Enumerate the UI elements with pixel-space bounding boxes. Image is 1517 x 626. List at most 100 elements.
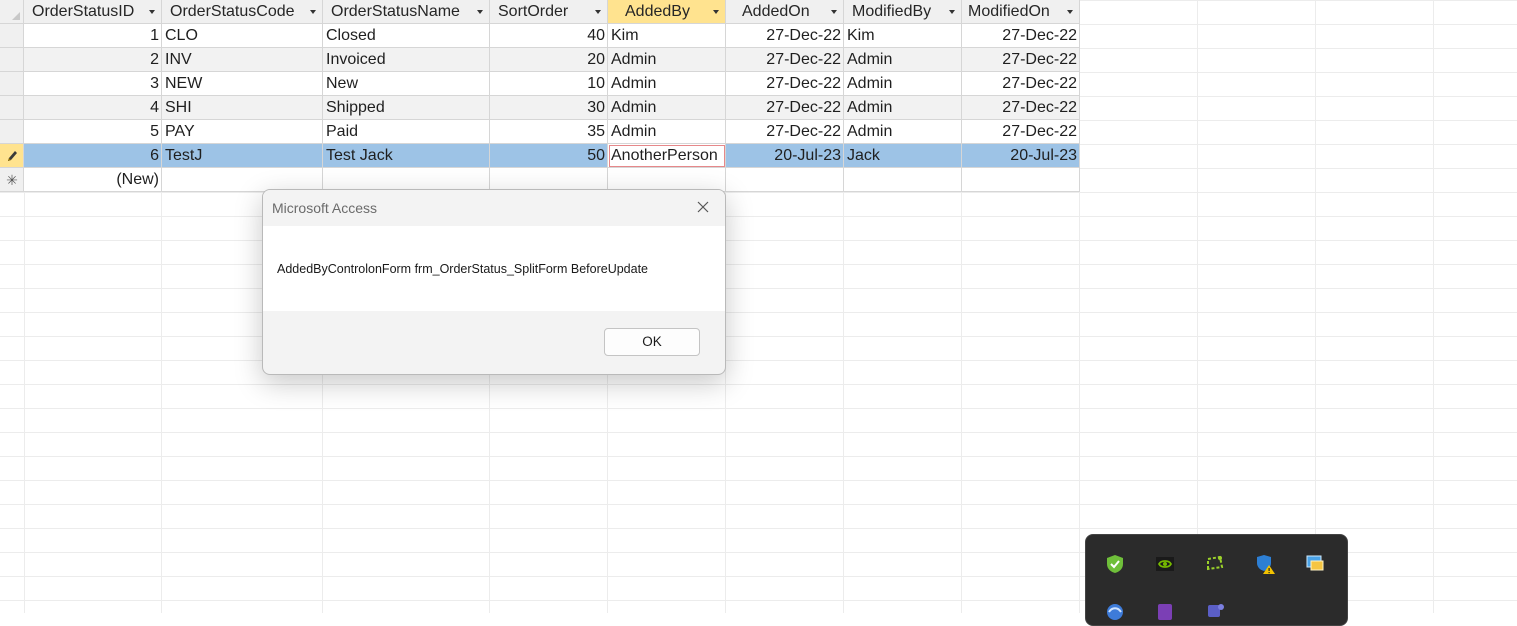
cell-addedby[interactable]: Admin bbox=[608, 96, 726, 120]
filter-dropdown-icon[interactable] bbox=[149, 10, 155, 14]
nvidia-icon[interactable] bbox=[1154, 553, 1176, 575]
cell-modifiedby[interactable]: Kim bbox=[844, 24, 962, 48]
record-selector[interactable] bbox=[0, 96, 24, 120]
remote-desktop-icon[interactable] bbox=[1304, 553, 1326, 575]
cell-addedby[interactable]: Admin bbox=[608, 72, 726, 96]
record-selector[interactable] bbox=[0, 120, 24, 144]
cell-sortorder[interactable]: 40 bbox=[490, 24, 608, 48]
cell-sortorder[interactable]: 20 bbox=[490, 48, 608, 72]
cell-sortorder[interactable]: 35 bbox=[490, 120, 608, 144]
column-header-orderstatusname[interactable]: OrderStatusName bbox=[323, 0, 490, 24]
filter-dropdown-icon[interactable] bbox=[949, 10, 955, 14]
cell-empty[interactable] bbox=[726, 168, 844, 192]
select-all-corner[interactable] bbox=[0, 0, 24, 24]
cell-modifiedby[interactable]: Admin bbox=[844, 120, 962, 144]
column-header-label: AddedBy bbox=[625, 3, 690, 20]
cell-orderstatusname[interactable]: Test Jack bbox=[323, 144, 490, 168]
column-header-label: ModifiedOn bbox=[968, 3, 1050, 20]
cell-modifiedby[interactable]: Admin bbox=[844, 96, 962, 120]
cell-sortorder[interactable]: 50 bbox=[490, 144, 608, 168]
filter-dropdown-icon[interactable] bbox=[310, 10, 316, 14]
table-row[interactable]: 1 CLO Closed 40 Kim 27-Dec-22 Kim 27-Dec… bbox=[0, 24, 1080, 48]
cell-orderstatuscode[interactable]: SHI bbox=[162, 96, 323, 120]
table-row[interactable]: 3 NEW New 10 Admin 27-Dec-22 Admin 27-De… bbox=[0, 72, 1080, 96]
column-header-modifiedby[interactable]: ModifiedBy bbox=[844, 0, 962, 24]
cell-addedon[interactable]: 20-Jul-23 bbox=[726, 144, 844, 168]
message-dialog: Microsoft Access AddedByControlonForm fr… bbox=[262, 189, 726, 375]
dialog-title-bar[interactable]: Microsoft Access bbox=[263, 190, 725, 226]
cell-modifiedon[interactable]: 27-Dec-22 bbox=[962, 72, 1080, 96]
cell-orderstatusid[interactable]: 1 bbox=[24, 24, 162, 48]
filter-dropdown-icon[interactable] bbox=[477, 10, 483, 14]
dialog-message: AddedByControlonForm frm_OrderStatus_Spl… bbox=[277, 262, 648, 276]
column-header-orderstatusid[interactable]: OrderStatusID bbox=[24, 0, 162, 24]
cell-orderstatusid[interactable]: 4 bbox=[24, 96, 162, 120]
cell-modifiedby[interactable]: Admin bbox=[844, 48, 962, 72]
cell-orderstatuscode[interactable]: CLO bbox=[162, 24, 323, 48]
cell-orderstatusid[interactable]: 6 bbox=[24, 144, 162, 168]
cell-modifiedon[interactable]: 27-Dec-22 bbox=[962, 96, 1080, 120]
close-icon bbox=[697, 201, 709, 213]
dialog-close-button[interactable] bbox=[689, 196, 717, 220]
browser-icon[interactable] bbox=[1104, 601, 1126, 623]
cell-orderstatusid[interactable]: 3 bbox=[24, 72, 162, 96]
security-check-icon[interactable] bbox=[1104, 553, 1126, 575]
filter-dropdown-icon[interactable] bbox=[831, 10, 837, 14]
cell-addedby[interactable]: Kim bbox=[608, 24, 726, 48]
table-row-selected[interactable]: 6 TestJ Test Jack 50 AnotherPerson 20-Ju… bbox=[0, 144, 1080, 168]
cell-modifiedon[interactable]: 27-Dec-22 bbox=[962, 48, 1080, 72]
cell-addedby[interactable]: Admin bbox=[608, 120, 726, 144]
cell-orderstatuscode[interactable]: NEW bbox=[162, 72, 323, 96]
record-selector[interactable] bbox=[0, 48, 24, 72]
cell-empty[interactable] bbox=[844, 168, 962, 192]
cell-sortorder[interactable]: 10 bbox=[490, 72, 608, 96]
cell-addedon[interactable]: 27-Dec-22 bbox=[726, 48, 844, 72]
cell-modifiedby[interactable]: Admin bbox=[844, 72, 962, 96]
cell-orderstatusname[interactable]: New bbox=[323, 72, 490, 96]
column-header-modifiedon[interactable]: ModifiedOn bbox=[962, 0, 1080, 24]
defender-warning-icon[interactable] bbox=[1254, 553, 1276, 575]
screen-capture-icon[interactable] bbox=[1204, 553, 1226, 575]
record-selector[interactable]: ✳ bbox=[0, 168, 24, 192]
cell-modifiedon[interactable]: 20-Jul-23 bbox=[962, 144, 1080, 168]
cell-orderstatusname[interactable]: Closed bbox=[323, 24, 490, 48]
cell-sortorder[interactable]: 30 bbox=[490, 96, 608, 120]
cell-modifiedon[interactable]: 27-Dec-22 bbox=[962, 24, 1080, 48]
filter-dropdown-icon[interactable] bbox=[1067, 10, 1073, 14]
cell-orderstatusname[interactable]: Shipped bbox=[323, 96, 490, 120]
cell-orderstatuscode[interactable]: PAY bbox=[162, 120, 323, 144]
cell-addedon[interactable]: 27-Dec-22 bbox=[726, 72, 844, 96]
tray-overflow-flyout bbox=[1085, 534, 1348, 626]
cell-addedon[interactable]: 27-Dec-22 bbox=[726, 96, 844, 120]
record-selector[interactable] bbox=[0, 24, 24, 48]
teams-icon[interactable] bbox=[1204, 601, 1226, 623]
column-header-sortorder[interactable]: SortOrder bbox=[490, 0, 608, 24]
record-selector[interactable] bbox=[0, 144, 24, 168]
table-row[interactable]: 2 INV Invoiced 20 Admin 27-Dec-22 Admin … bbox=[0, 48, 1080, 72]
column-header-orderstatuscode[interactable]: OrderStatusCode bbox=[162, 0, 323, 24]
column-header-addedby[interactable]: AddedBy bbox=[608, 0, 726, 24]
cell-addedby[interactable]: Admin bbox=[608, 48, 726, 72]
cell-orderstatusid[interactable]: 5 bbox=[24, 120, 162, 144]
cell-addedby-focused[interactable]: AnotherPerson bbox=[608, 144, 726, 168]
record-selector[interactable] bbox=[0, 72, 24, 96]
filter-dropdown-icon[interactable] bbox=[595, 10, 601, 14]
cell-modifiedon[interactable]: 27-Dec-22 bbox=[962, 120, 1080, 144]
cell-orderstatusname[interactable]: Paid bbox=[323, 120, 490, 144]
ok-button[interactable]: OK bbox=[604, 328, 700, 356]
column-header-addedon[interactable]: AddedOn bbox=[726, 0, 844, 24]
cell-empty[interactable] bbox=[962, 168, 1080, 192]
cell-orderstatusname[interactable]: Invoiced bbox=[323, 48, 490, 72]
cell-new-record[interactable]: (New) bbox=[24, 168, 162, 192]
cell-orderstatuscode[interactable]: INV bbox=[162, 48, 323, 72]
table-row[interactable]: 4 SHI Shipped 30 Admin 27-Dec-22 Admin 2… bbox=[0, 96, 1080, 120]
cell-orderstatuscode[interactable]: TestJ bbox=[162, 144, 323, 168]
table-row[interactable]: 5 PAY Paid 35 Admin 27-Dec-22 Admin 27-D… bbox=[0, 120, 1080, 144]
cell-modifiedby[interactable]: Jack bbox=[844, 144, 962, 168]
cell-addedon[interactable]: 27-Dec-22 bbox=[726, 120, 844, 144]
grid-line bbox=[1433, 0, 1434, 613]
onenote-icon[interactable] bbox=[1154, 601, 1176, 623]
cell-addedon[interactable]: 27-Dec-22 bbox=[726, 24, 844, 48]
cell-orderstatusid[interactable]: 2 bbox=[24, 48, 162, 72]
filter-dropdown-icon[interactable] bbox=[713, 10, 719, 14]
